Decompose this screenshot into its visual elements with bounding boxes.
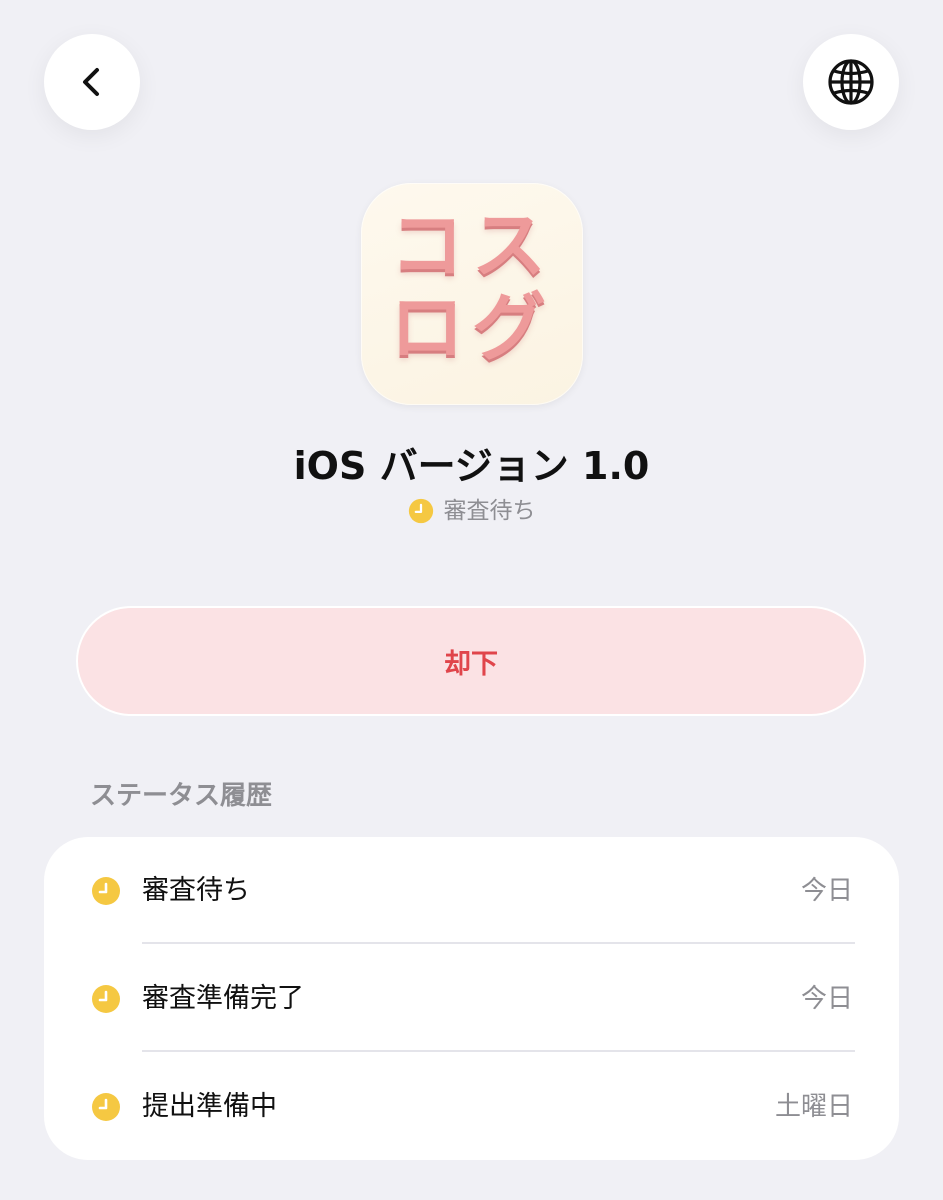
history-status-label: 審査準備完了 bbox=[142, 983, 304, 1014]
app-icon-logo-text: コス ログ bbox=[390, 203, 554, 371]
reject-button[interactable]: 却下 bbox=[78, 608, 864, 714]
history-row: 審査待ち 今日 bbox=[44, 837, 899, 945]
version-title: iOS バージョン 1.0 bbox=[293, 444, 650, 488]
clock-icon bbox=[408, 498, 433, 524]
history-date: 今日 bbox=[800, 876, 853, 906]
clock-icon bbox=[92, 985, 120, 1013]
version-status: 審査待ち bbox=[0, 496, 943, 526]
clock-icon bbox=[92, 1093, 120, 1121]
history-status-label: 審査待ち bbox=[142, 875, 250, 906]
history-date: 土曜日 bbox=[774, 1092, 853, 1122]
app-icon: コス ログ bbox=[361, 183, 583, 405]
history-row: 提出準備中 土曜日 bbox=[44, 1053, 899, 1160]
status-history-title: ステータス履歴 bbox=[90, 781, 273, 811]
reject-button-label: 却下 bbox=[444, 648, 498, 680]
history-date: 今日 bbox=[800, 984, 853, 1014]
history-status-label: 提出準備中 bbox=[142, 1091, 277, 1122]
status-history-card: 審査待ち 今日 審査準備完了 今日 提出準備中 土曜日 bbox=[44, 837, 899, 1160]
chevron-left-icon bbox=[83, 68, 99, 96]
divider bbox=[142, 942, 855, 944]
status-label: 審査待ち bbox=[443, 498, 536, 524]
divider bbox=[142, 1050, 855, 1052]
globe-button[interactable] bbox=[803, 34, 899, 130]
globe-icon bbox=[828, 59, 874, 105]
clock-icon bbox=[92, 877, 120, 905]
back-button[interactable] bbox=[44, 34, 140, 130]
history-row: 審査準備完了 今日 bbox=[44, 945, 899, 1053]
